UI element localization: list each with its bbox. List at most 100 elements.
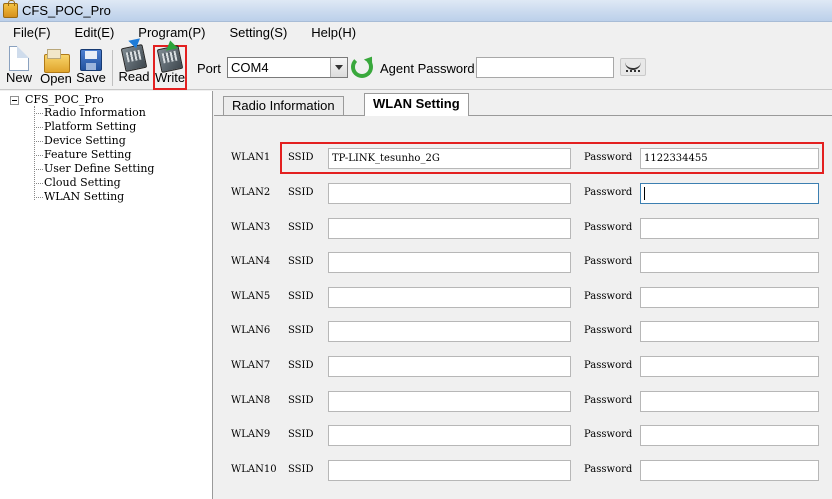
chevron-down-icon[interactable]: [330, 58, 347, 77]
folder-open-icon: [43, 46, 70, 73]
window-title: CFS_POC_Pro: [22, 3, 111, 18]
port-select[interactable]: COM4: [227, 57, 348, 78]
wlan-settings-form: WLAN1 SSID TP-LINK_tesunho_2G Password 1…: [214, 115, 832, 499]
wlan-label: WLAN2: [231, 187, 271, 198]
menu-setting[interactable]: Setting(S): [216, 22, 298, 43]
ssid-input[interactable]: TP-LINK_tesunho_2G: [328, 148, 571, 169]
password-input[interactable]: [640, 356, 819, 377]
password-input[interactable]: 1122334455: [640, 148, 819, 169]
hide-password-icon[interactable]: [620, 58, 646, 76]
ssid-label: SSID: [288, 256, 314, 267]
open-label: Open: [40, 71, 72, 86]
floppy-disk-icon: [80, 49, 102, 71]
wlan-row: WLAN5 SSID Password: [214, 286, 832, 310]
password-label: Password: [584, 222, 633, 233]
wlan-label: WLAN10: [231, 464, 277, 475]
password-input[interactable]: [640, 287, 819, 308]
new-label: New: [5, 70, 32, 85]
wlan-row: WLAN10 SSID Password: [214, 459, 832, 483]
tab-radio-information[interactable]: Radio Information: [223, 96, 344, 115]
password-input[interactable]: [640, 218, 819, 239]
ssid-label: SSID: [288, 325, 314, 336]
wlan-row: WLAN2 SSID Password: [214, 182, 832, 206]
ssid-label: SSID: [288, 395, 314, 406]
toolbar-separator: [112, 50, 113, 86]
app-icon: [3, 0, 18, 18]
ssid-label: SSID: [288, 187, 314, 198]
ssid-input[interactable]: [328, 252, 571, 273]
password-label: Password: [584, 464, 633, 475]
ssid-input[interactable]: [328, 287, 571, 308]
text-cursor: [644, 187, 645, 200]
wlan-label: WLAN7: [231, 360, 271, 371]
new-button[interactable]: New: [4, 46, 34, 90]
toolbar: New Open Save Read Write Port COM4 Agent…: [0, 43, 832, 90]
tab-wlan-setting[interactable]: WLAN Setting: [364, 93, 469, 116]
ssid-label: SSID: [288, 429, 314, 440]
ssid-input[interactable]: [328, 356, 571, 377]
password-label: Password: [584, 256, 633, 267]
password-input[interactable]: [640, 391, 819, 412]
write-label: Write: [155, 70, 186, 85]
ssid-input[interactable]: [328, 391, 571, 412]
wlan-row: WLAN3 SSID Password: [214, 217, 832, 241]
password-input[interactable]: [640, 183, 819, 204]
wlan-label: WLAN8: [231, 395, 271, 406]
ssid-label: SSID: [288, 291, 314, 302]
open-button[interactable]: Open: [38, 46, 74, 90]
agent-password-input[interactable]: [476, 57, 614, 78]
password-label: Password: [584, 187, 633, 198]
chip-write-icon: [156, 44, 184, 74]
title-bar: CFS_POC_Pro: [0, 0, 832, 22]
wlan-row: WLAN6 SSID Password: [214, 320, 832, 344]
chip-read-icon: [120, 43, 148, 73]
password-label: Password: [584, 152, 633, 163]
tree-root[interactable]: CFS_POC_Pro: [25, 93, 104, 106]
wlan-label: WLAN3: [231, 222, 271, 233]
password-label: Password: [584, 429, 633, 440]
password-label: Password: [584, 291, 633, 302]
wlan-row: WLAN7 SSID Password: [214, 355, 832, 379]
settings-tree: CFS_POC_Pro Radio Information Platform S…: [0, 91, 213, 499]
password-input[interactable]: [640, 321, 819, 342]
wlan-label: WLAN1: [231, 152, 271, 163]
ssid-input[interactable]: [328, 321, 571, 342]
wlan-row: WLAN9 SSID Password: [214, 424, 832, 448]
password-input[interactable]: [640, 460, 819, 481]
wlan-label: WLAN5: [231, 291, 271, 302]
password-input[interactable]: [640, 252, 819, 273]
password-label: Password: [584, 325, 633, 336]
refresh-icon[interactable]: [351, 56, 373, 78]
ssid-label: SSID: [288, 360, 314, 371]
ssid-input[interactable]: [328, 218, 571, 239]
password-label: Password: [584, 395, 633, 406]
port-value: COM4: [231, 60, 269, 75]
ssid-label: SSID: [288, 152, 314, 163]
port-label: Port: [197, 61, 221, 76]
password-input[interactable]: [640, 425, 819, 446]
write-button[interactable]: Write: [153, 44, 187, 90]
save-button[interactable]: Save: [76, 46, 106, 90]
ssid-input[interactable]: [328, 460, 571, 481]
read-label: Read: [118, 69, 150, 84]
wlan-label: WLAN4: [231, 256, 271, 267]
ssid-label: SSID: [288, 222, 314, 233]
tab-panel: Radio Information WLAN Setting WLAN1 SSI…: [214, 91, 832, 499]
wlan-label: WLAN6: [231, 325, 271, 336]
wlan-row: WLAN8 SSID Password: [214, 390, 832, 414]
wlan-row: WLAN1 SSID TP-LINK_tesunho_2G Password 1…: [214, 147, 832, 171]
read-button[interactable]: Read: [117, 43, 151, 90]
wlan-label: WLAN9: [231, 429, 271, 440]
new-file-icon: [9, 46, 29, 71]
ssid-input[interactable]: [328, 425, 571, 446]
collapse-icon[interactable]: [10, 96, 19, 105]
save-label: Save: [76, 70, 106, 85]
ssid-input[interactable]: [328, 183, 571, 204]
ssid-label: SSID: [288, 464, 314, 475]
wlan-row: WLAN4 SSID Password: [214, 251, 832, 275]
menu-edit[interactable]: Edit(E): [62, 22, 126, 43]
menu-file[interactable]: File(F): [0, 22, 62, 43]
agent-password-label: Agent Password: [380, 61, 475, 76]
menu-help[interactable]: Help(H): [298, 22, 367, 43]
password-label: Password: [584, 360, 633, 371]
